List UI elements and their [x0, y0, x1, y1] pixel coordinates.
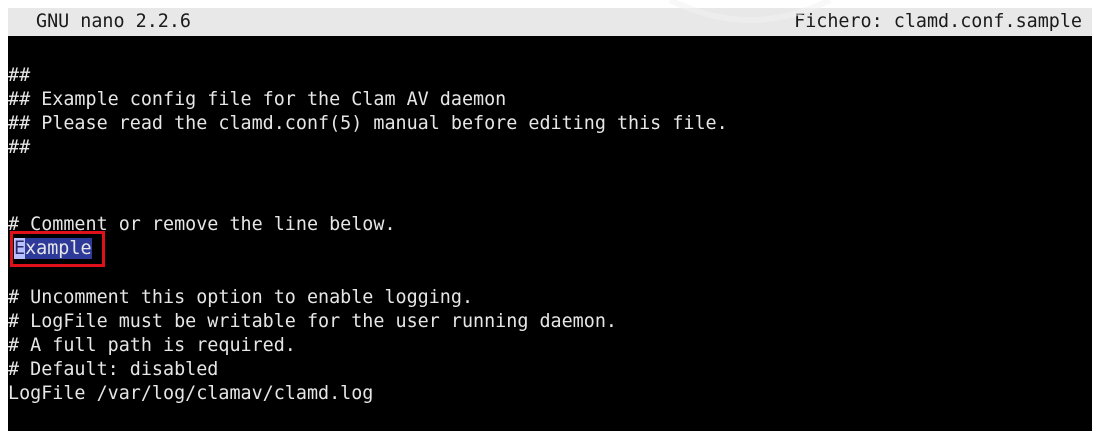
- highlight-box: [10, 231, 105, 267]
- buffer-line-1[interactable]: ##: [8, 64, 30, 88]
- buffer-line-2[interactable]: ## Example config file for the Clam AV d…: [8, 88, 506, 112]
- nano-title-bar: GNU nano 2.2.6 Fichero: clamd.conf.sampl…: [8, 8, 1092, 36]
- buffer-line-12[interactable]: # A full path is required.: [8, 334, 296, 358]
- buffer-line-10[interactable]: # Uncomment this option to enable loggin…: [8, 286, 473, 310]
- buffer-line-14[interactable]: LogFile /var/log/clamav/clamd.log: [8, 382, 373, 406]
- editor-screen[interactable]: GNU nano 2.2.6 Fichero: clamd.conf.sampl…: [8, 8, 1092, 431]
- file-name-label: Fichero: clamd.conf.sample: [794, 11, 1082, 32]
- editor-app-name: GNU nano 2.2.6: [36, 11, 192, 32]
- buffer-line-4[interactable]: ##: [8, 136, 30, 160]
- buffer-line-3[interactable]: ## Please read the clamd.conf(5) manual …: [8, 112, 728, 136]
- buffer-line-13[interactable]: # Default: disabled: [8, 358, 218, 382]
- terminal-window: GNU nano 2.2.6 Fichero: clamd.conf.sampl…: [0, 0, 1100, 431]
- buffer-line-11[interactable]: # LogFile must be writable for the user …: [8, 310, 617, 334]
